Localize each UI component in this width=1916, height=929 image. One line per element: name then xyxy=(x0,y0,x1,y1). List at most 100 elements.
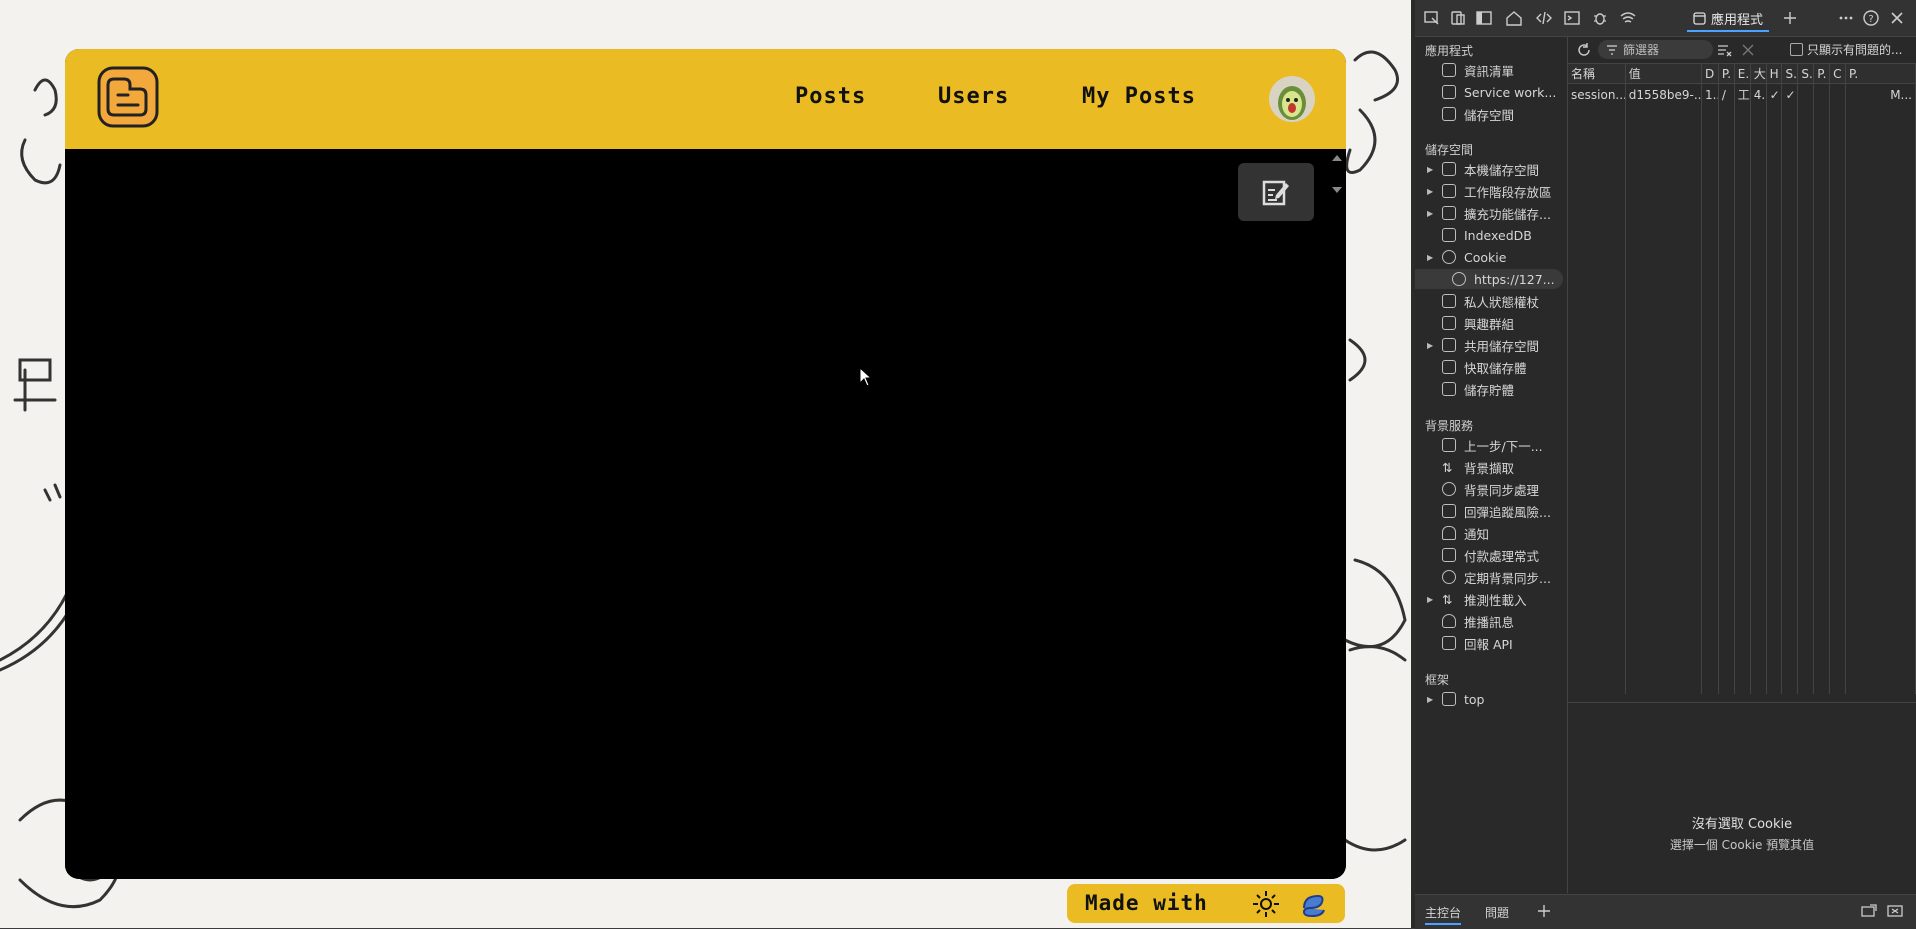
sync-icon xyxy=(1442,482,1456,496)
column-header[interactable]: 大 xyxy=(1750,64,1767,84)
new-post-button[interactable] xyxy=(1238,163,1314,221)
close-icon[interactable] xyxy=(1888,9,1906,27)
table-cell: ✓ xyxy=(1781,83,1799,105)
sidebar-item-push-messaging[interactable]: 推播訊息 xyxy=(1415,611,1566,631)
bug-icon[interactable] xyxy=(1591,9,1609,27)
column-header[interactable]: P. xyxy=(1845,64,1916,84)
add-tab-icon[interactable] xyxy=(1781,9,1799,27)
application-tab-icon xyxy=(1693,11,1706,25)
blogger-logo-icon[interactable] xyxy=(96,65,160,129)
sidebar-item-interest-groups[interactable]: 興趣群組 xyxy=(1415,313,1566,333)
database-icon xyxy=(1442,107,1456,121)
empty-subtitle: 選擇一個 Cookie 預覽其值 xyxy=(1669,838,1815,852)
nav-posts-link[interactable]: Posts xyxy=(795,84,866,109)
database-icon xyxy=(1442,228,1456,242)
clear-all-icon[interactable] xyxy=(1740,42,1756,58)
only-issues-checkbox[interactable]: 只顯示有問題的... xyxy=(1790,41,1902,58)
column-header[interactable]: 值 xyxy=(1625,64,1702,84)
cookie-icon xyxy=(1442,250,1456,264)
refresh-icon[interactable] xyxy=(1576,42,1592,58)
cookie-preview-empty: 沒有選取 Cookie 選擇一個 Cookie 預覽其值 xyxy=(1568,702,1916,894)
drawer-tab-issues[interactable]: 問題 xyxy=(1485,904,1509,921)
column-header[interactable]: C xyxy=(1829,64,1847,84)
cloud-icon xyxy=(1442,614,1456,628)
column-header[interactable]: S. xyxy=(1797,64,1815,84)
undock-drawer-icon[interactable] xyxy=(1861,904,1877,918)
sidebar-item-notifications[interactable]: 通知 xyxy=(1415,523,1566,543)
clear-filtered-icon[interactable] xyxy=(1716,42,1732,58)
dock-side-icon[interactable] xyxy=(1475,9,1493,27)
console-icon[interactable] xyxy=(1563,9,1581,27)
help-icon[interactable]: ? xyxy=(1862,9,1880,27)
sidebar-item-private-state-tokens[interactable]: 私人狀態權杖 xyxy=(1415,291,1566,311)
sidebar-item-cookies[interactable]: ▶ Cookie xyxy=(1415,247,1566,267)
column-header[interactable]: H xyxy=(1766,64,1783,84)
inspect-icon[interactable] xyxy=(1423,9,1441,27)
sidebar-item-speculative-loads[interactable]: ▶ ⇅ 推測性載入 xyxy=(1415,589,1566,609)
drawer-tab-console[interactable]: 主控台 xyxy=(1425,904,1462,925)
filter-input[interactable]: 篩選器 xyxy=(1598,40,1713,59)
column-header[interactable]: S. xyxy=(1781,64,1799,84)
table-cell xyxy=(1797,83,1815,105)
devtools-panel: 應用程式 ? 應用程式 資訊清單 Service work... 儲存空間 儲存… xyxy=(1415,0,1916,929)
home-icon[interactable] xyxy=(1505,9,1523,27)
sidebar-item-indexeddb[interactable]: IndexedDB xyxy=(1415,225,1566,245)
nav-users-link[interactable]: Users xyxy=(938,84,1009,109)
column-header[interactable]: E. xyxy=(1734,64,1751,84)
mouse-cursor-icon xyxy=(859,367,873,387)
file-icon xyxy=(1442,636,1456,650)
sidebar-item-bounce-tracking[interactable]: 回彈追蹤風險... xyxy=(1415,501,1566,521)
more-options-icon[interactable] xyxy=(1837,9,1855,27)
column-header[interactable]: D xyxy=(1701,64,1719,84)
up-down-arrows-icon: ⇅ xyxy=(1442,460,1453,475)
sidebar-item-reporting-api[interactable]: 回報 API xyxy=(1415,633,1566,653)
grid-icon xyxy=(1442,184,1456,198)
empty-title: 沒有選取 Cookie xyxy=(1691,817,1793,832)
checkbox-box[interactable] xyxy=(1790,43,1803,56)
sidebar-item-payment-handler[interactable]: 付款處理常式 xyxy=(1415,545,1566,565)
table-row[interactable]: session... d1558be9-... 1... / 工 4... ✓ … xyxy=(1568,83,1916,105)
table-cell: session... xyxy=(1568,83,1626,105)
grid-icon xyxy=(1442,206,1456,220)
sidebar-item-session-storage[interactable]: ▶ 工作階段存放區 xyxy=(1415,181,1566,201)
content-scrollbar[interactable] xyxy=(1328,149,1346,879)
close-drawer-icon[interactable] xyxy=(1887,904,1903,918)
add-drawer-tab-icon[interactable] xyxy=(1537,904,1551,918)
table-cell: ✓ xyxy=(1766,83,1783,105)
sidebar-item-storage-buckets[interactable]: 儲存貯體 xyxy=(1415,379,1566,399)
database-icon xyxy=(1442,360,1456,374)
file-icon xyxy=(1442,63,1456,77)
sidebar-item-manifest[interactable]: 資訊清單 xyxy=(1415,60,1566,80)
column-header[interactable]: P. xyxy=(1718,64,1735,84)
nav-my-posts-link[interactable]: My Posts xyxy=(1082,84,1196,109)
sidebar-item-shared-storage[interactable]: ▶ 共用儲存空間 xyxy=(1415,335,1566,355)
device-toolbar-icon[interactable] xyxy=(1449,9,1467,27)
sidebar-item-frame-top[interactable]: ▶ top xyxy=(1415,689,1566,709)
table-cell: / xyxy=(1718,83,1735,105)
elements-icon[interactable] xyxy=(1535,9,1553,27)
sidebar-item-periodic-sync[interactable]: 定期背景同步... xyxy=(1415,567,1566,587)
cookie-table: 名稱 值 D P. E. 大 H S. S. P. C P. session..… xyxy=(1568,64,1916,694)
network-wifi-icon[interactable] xyxy=(1619,9,1637,27)
tab-application[interactable]: 應用程式 xyxy=(1687,6,1770,32)
sidebar-item-storage-overview[interactable]: 儲存空間 xyxy=(1415,104,1566,124)
svg-text:?: ? xyxy=(1868,14,1873,25)
sidebar-item-back-forward-cache[interactable]: 上一步/下一... xyxy=(1415,435,1566,455)
database-icon xyxy=(1442,294,1456,308)
column-header[interactable]: P. xyxy=(1813,64,1831,84)
clock-icon xyxy=(1442,570,1456,584)
column-header[interactable]: 名稱 xyxy=(1568,64,1626,84)
made-with-label: Made with xyxy=(1085,891,1208,915)
sidebar-item-background-sync[interactable]: 背景同步處理 xyxy=(1415,479,1566,499)
sidebar-item-service-workers[interactable]: Service work... xyxy=(1415,82,1566,102)
table-cell: M... xyxy=(1845,83,1916,105)
app-header: Posts Users My Posts xyxy=(65,49,1346,149)
avatar[interactable] xyxy=(1269,76,1315,122)
sidebar-item-background-fetch[interactable]: ⇅ 背景擷取 xyxy=(1415,457,1566,477)
sidebar-item-extension-storage[interactable]: ▶ 擴充功能儲存... xyxy=(1415,203,1566,223)
avocado-avatar-icon xyxy=(1278,86,1306,120)
sidebar-item-local-storage[interactable]: ▶ 本機儲存空間 xyxy=(1415,159,1566,179)
sidebar-item-cache-storage[interactable]: 快取儲存體 xyxy=(1415,357,1566,377)
devtools-toolbar: 應用程式 ? xyxy=(1415,0,1916,37)
sidebar-item-cookie-origin[interactable]: https://127... xyxy=(1415,269,1563,289)
